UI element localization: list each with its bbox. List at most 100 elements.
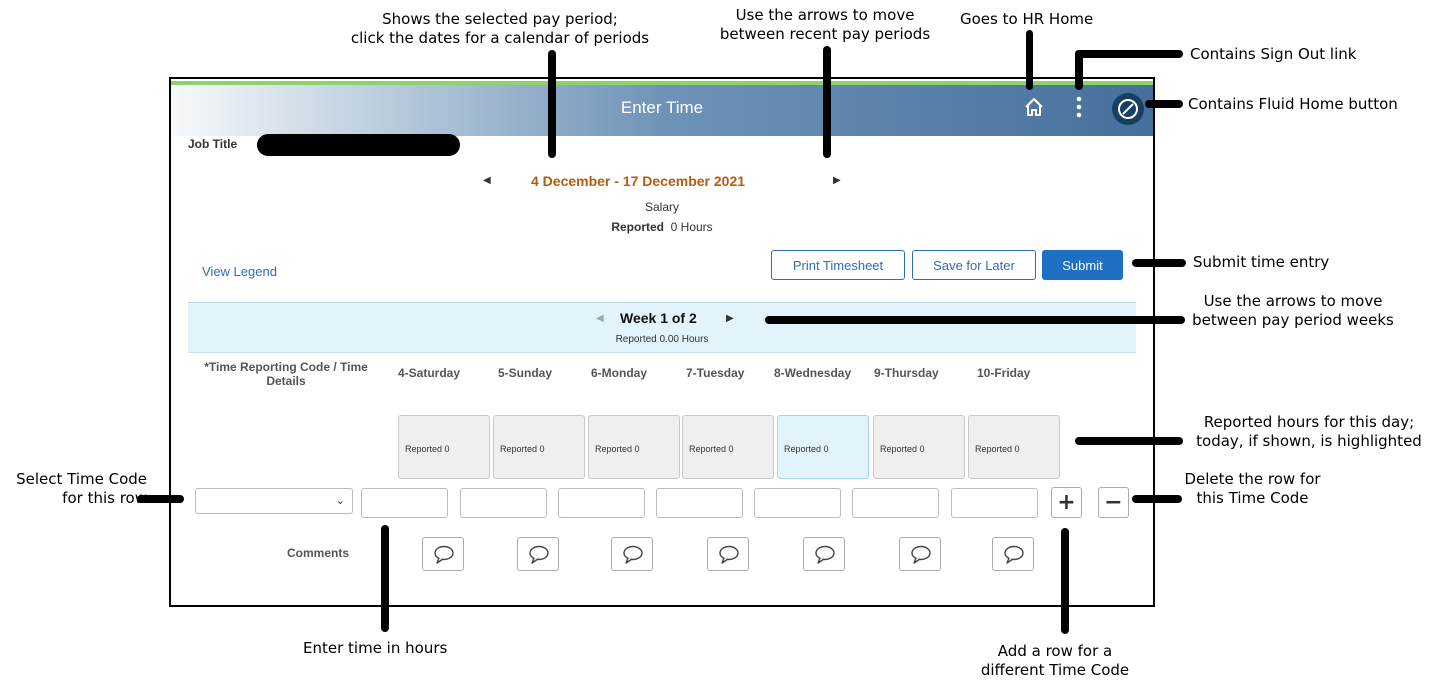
submit-button[interactable]: Submit bbox=[1042, 250, 1123, 280]
comment-button[interactable] bbox=[992, 537, 1034, 571]
save-for-later-button[interactable]: Save for Later bbox=[912, 250, 1036, 280]
comment-bubble-icon bbox=[1004, 545, 1024, 564]
week-reported: Reported 0.00 Hours bbox=[615, 334, 709, 345]
day-header: 8-Wednesday bbox=[774, 366, 852, 380]
annotation-line: Use the arrows to move bbox=[735, 6, 915, 24]
next-period-arrow[interactable]: ▶ bbox=[833, 175, 841, 186]
annotation-pay-period: Shows the selected pay period; click the… bbox=[340, 10, 660, 48]
annotation-reported-hours: Reported hours for this day; today, if s… bbox=[1184, 413, 1434, 451]
comment-bubble-icon bbox=[719, 545, 739, 564]
annotation-select-code: Select Time Code for this row bbox=[0, 470, 147, 508]
hours-input[interactable] bbox=[951, 488, 1038, 518]
comment-button[interactable] bbox=[707, 537, 749, 571]
hours-input[interactable] bbox=[754, 488, 841, 518]
header-banner: Enter Time bbox=[171, 81, 1153, 136]
prev-week-arrow[interactable]: ◀ bbox=[596, 313, 604, 324]
annotation-week-arrows: Use the arrows to move between pay perio… bbox=[1178, 292, 1408, 330]
annotation-line: for this row bbox=[62, 489, 147, 507]
job-title-redaction bbox=[257, 134, 460, 156]
view-legend-link[interactable]: View Legend bbox=[202, 264, 277, 279]
callout-line-fluid-home bbox=[1145, 100, 1183, 108]
callout-line-reported-hours bbox=[1075, 437, 1183, 445]
annotation-hr-home: Goes to HR Home bbox=[960, 10, 1094, 28]
day-reported-box: Reported 0 bbox=[398, 415, 490, 479]
enter-time-window: Enter Time Job Title ◀ 4 December - 17 D… bbox=[169, 77, 1155, 607]
next-week-arrow[interactable]: ▶ bbox=[726, 313, 734, 324]
callout-line-add-row bbox=[1061, 528, 1069, 634]
callout-line-week-arrows bbox=[765, 316, 1185, 324]
callout-line-submit bbox=[1132, 259, 1186, 267]
hours-input[interactable] bbox=[558, 488, 645, 518]
comment-button[interactable] bbox=[899, 537, 941, 571]
reported-total: Reported 0 Hours bbox=[171, 220, 1153, 234]
comment-bubble-icon bbox=[815, 545, 835, 564]
comment-button[interactable] bbox=[803, 537, 845, 571]
day-reported-text: Reported 0 bbox=[405, 444, 450, 454]
annotation-enter-time: Enter time in hours bbox=[303, 639, 448, 657]
day-header: 9-Thursday bbox=[874, 366, 939, 380]
annotation-pay-period-arrows: Use the arrows to move between recent pa… bbox=[700, 6, 950, 44]
day-reported-box: Reported 0 bbox=[777, 415, 869, 479]
day-reported-box: Reported 0 bbox=[873, 415, 965, 479]
callout-line-delete-row bbox=[1132, 495, 1182, 503]
comment-button[interactable] bbox=[611, 537, 653, 571]
comment-button[interactable] bbox=[422, 537, 464, 571]
add-row-button[interactable]: + bbox=[1051, 487, 1082, 518]
annotation-line: between pay period weeks bbox=[1192, 311, 1394, 329]
hours-input[interactable] bbox=[361, 488, 448, 518]
comment-bubble-icon bbox=[911, 545, 931, 564]
week-label: Week 1 of 2 bbox=[620, 310, 697, 326]
annotation-line: Select Time Code bbox=[16, 470, 147, 488]
callout-line-sign-out-h bbox=[1075, 50, 1183, 58]
day-reported-box: Reported 0 bbox=[588, 415, 680, 479]
annotation-line: this Time Code bbox=[1196, 489, 1309, 507]
comment-bubble-icon bbox=[434, 545, 454, 564]
comments-label: Comments bbox=[287, 546, 350, 560]
day-reported-text: Reported 0 bbox=[880, 444, 925, 454]
pay-period-dates[interactable]: 4 December - 17 December 2021 bbox=[531, 173, 745, 189]
header-accent-line bbox=[171, 81, 1153, 85]
reported-total-label: Reported bbox=[611, 220, 664, 234]
annotation-line: Shows the selected pay period; bbox=[382, 10, 618, 28]
annotation-line: between recent pay periods bbox=[719, 25, 931, 43]
callout-line-pay-period bbox=[548, 50, 556, 158]
hours-input[interactable] bbox=[852, 488, 939, 518]
delete-row-button[interactable]: − bbox=[1098, 487, 1129, 518]
home-icon[interactable] bbox=[1023, 96, 1045, 118]
annotation-submit: Submit time entry bbox=[1193, 253, 1330, 271]
annotation-line: click the dates for a calendar of period… bbox=[350, 29, 650, 47]
reported-total-value: 0 Hours bbox=[670, 220, 713, 234]
day-reported-text: Reported 0 bbox=[595, 444, 640, 454]
day-header: 4-Saturday bbox=[398, 366, 461, 380]
more-vertical-icon[interactable] bbox=[1073, 95, 1085, 119]
print-timesheet-button[interactable]: Print Timesheet bbox=[771, 250, 905, 280]
day-header: 7-Tuesday bbox=[686, 366, 745, 380]
day-reported-text: Reported 0 bbox=[500, 444, 545, 454]
week-navigator: ◀ Week 1 of 2 ▶ Reported 0.00 Hours bbox=[188, 302, 1136, 353]
annotation-line: Use the arrows to move bbox=[1203, 292, 1383, 310]
annotation-line: today, if shown, is highlighted bbox=[1196, 432, 1422, 450]
callout-line-period-arrows bbox=[823, 46, 831, 158]
comment-button[interactable] bbox=[517, 537, 559, 571]
annotation-fluid-home: Contains Fluid Home button bbox=[1188, 95, 1398, 113]
day-reported-box: Reported 0 bbox=[493, 415, 585, 479]
prev-period-arrow[interactable]: ◀ bbox=[483, 175, 491, 186]
day-reported-text: Reported 0 bbox=[689, 444, 734, 454]
day-header: 10-Friday bbox=[977, 366, 1031, 380]
day-header: 6-Monday bbox=[591, 366, 648, 380]
day-reported-box: Reported 0 bbox=[968, 415, 1060, 479]
annotation-add-row: Add a row for a different Time Code bbox=[955, 642, 1155, 680]
annotation-delete-row: Delete the row for this Time Code bbox=[1165, 470, 1340, 508]
pay-type: Salary bbox=[644, 200, 679, 214]
time-code-select[interactable]: ⌄ bbox=[195, 488, 353, 514]
trc-column-header: *Time Reporting Code / Time Details bbox=[204, 360, 368, 388]
annotation-line: different Time Code bbox=[980, 661, 1130, 679]
day-header: 5-Sunday bbox=[498, 366, 553, 380]
hours-input[interactable] bbox=[656, 488, 743, 518]
annotation-line: Add a row for a bbox=[997, 642, 1113, 660]
callout-line-hr-home bbox=[1026, 30, 1033, 90]
annotation-line: Reported hours for this day; bbox=[1203, 413, 1415, 431]
navbar-compass-icon[interactable] bbox=[1112, 93, 1144, 125]
hours-input[interactable] bbox=[460, 488, 547, 518]
job-title-label: Job Title bbox=[188, 137, 238, 151]
